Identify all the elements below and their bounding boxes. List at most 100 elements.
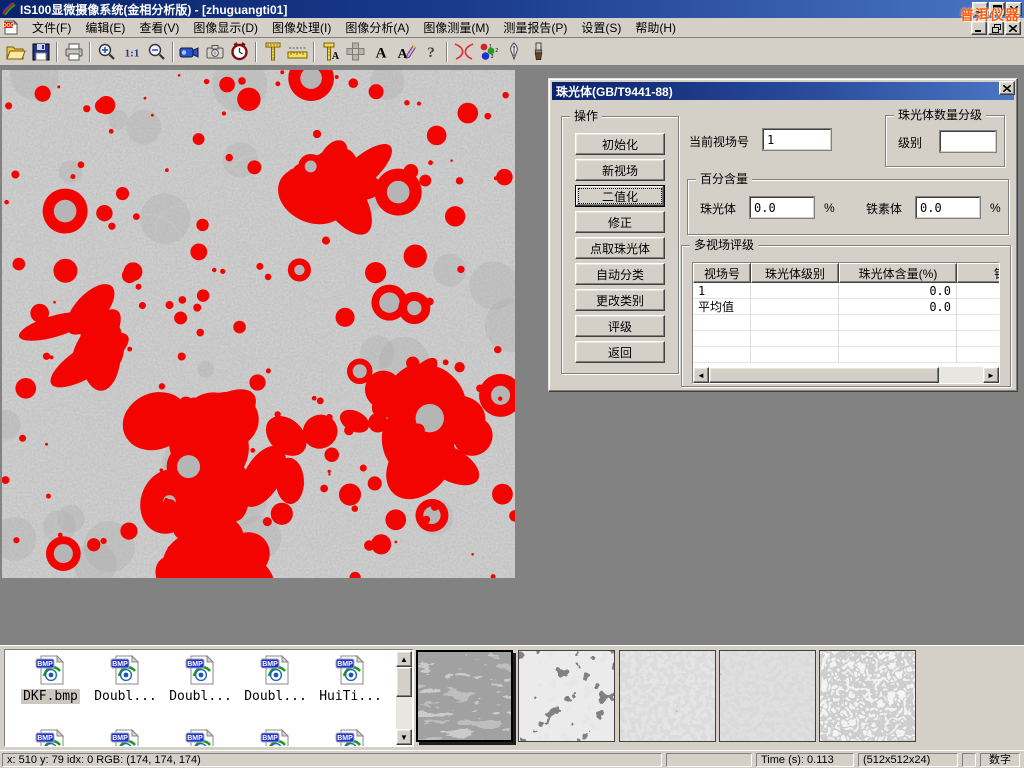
table-cell	[957, 331, 1000, 347]
file-item[interactable]: BMPHuiTi...	[313, 654, 388, 704]
table-cell	[957, 315, 1000, 331]
menu-item-file[interactable]: 文件(F)	[25, 17, 78, 38]
file-item[interactable]: BMP	[163, 728, 238, 747]
file-item[interactable]: BMP DKF.bmp	[13, 654, 88, 704]
bmp-file-icon: BMP	[184, 728, 218, 747]
file-item[interactable]: BMP	[88, 728, 163, 747]
measure-scale-icon[interactable]: A	[318, 40, 343, 64]
svg-text:A: A	[375, 46, 386, 61]
table-cell	[839, 315, 957, 331]
menu-item-help[interactable]: 帮助(H)	[628, 17, 683, 38]
zoom-out-icon[interactable]	[144, 40, 169, 64]
camera-capture-icon[interactable]	[202, 40, 227, 64]
file-item[interactable]: BMP	[238, 728, 313, 747]
pearlite-percent-input[interactable]	[750, 197, 814, 218]
file-item[interactable]: BMPDoubl...	[163, 654, 238, 704]
menu-item-edit[interactable]: 编辑(E)	[78, 17, 132, 38]
percent-group: 百分含量 珠光体 % 铁素体 %	[687, 179, 1009, 235]
zoom-in-icon[interactable]	[94, 40, 119, 64]
ruler-icon[interactable]	[285, 40, 310, 64]
file-name: Doubl...	[167, 689, 234, 704]
scroll-down-icon[interactable]: ▼	[396, 729, 412, 745]
table-row[interactable]: 10.0	[693, 283, 999, 299]
file-item[interactable]: BMP	[13, 728, 88, 747]
table-row[interactable]	[693, 347, 999, 363]
table-row[interactable]: 平均值0.0	[693, 299, 999, 315]
image-thumbnail[interactable]	[518, 650, 615, 742]
bmp-file-icon: BMP	[109, 654, 143, 686]
scrollbar-thumb[interactable]	[396, 667, 412, 697]
table-cell	[751, 315, 839, 331]
image-thumbnail[interactable]	[719, 650, 816, 742]
pen-tool-icon[interactable]	[501, 40, 526, 64]
operation-group-label: 操作	[570, 109, 602, 123]
auto-classify-button[interactable]: 自动分类	[575, 263, 665, 285]
scroll-right-icon[interactable]: ►	[983, 367, 999, 383]
time-status: Time (s): 0.113	[756, 753, 854, 767]
new-field-button[interactable]: 新视场	[575, 159, 665, 181]
video-capture-icon[interactable]	[177, 40, 202, 64]
scrollbar-thumb[interactable]	[709, 367, 939, 383]
vendor-watermark: 普洱仪器	[960, 5, 1020, 25]
actual-size-icon[interactable]: 1:1	[119, 40, 144, 64]
change-class-button[interactable]: 更改类别	[575, 289, 665, 311]
menu-item-settings[interactable]: 设置(S)	[574, 17, 628, 38]
menu-item-image-display[interactable]: 图像显示(D)	[186, 17, 265, 38]
edit-annotation-icon[interactable]: A	[393, 40, 418, 64]
image-thumbnail[interactable]	[819, 650, 916, 742]
scroll-up-icon[interactable]: ▲	[396, 651, 412, 667]
grade-label: 级别	[898, 134, 922, 151]
column-header[interactable]: 视场号	[693, 263, 751, 283]
grade-button[interactable]: 评级	[575, 315, 665, 337]
grid-cross-icon[interactable]	[343, 40, 368, 64]
dialog-close-icon[interactable]	[999, 81, 1015, 95]
metallographic-image[interactable]	[2, 70, 515, 578]
column-header[interactable]: 珠光体含量(%)	[839, 263, 957, 283]
table-horizontal-scrollbar[interactable]: ◄ ►	[693, 367, 999, 383]
correct-button[interactable]: 修正	[575, 211, 665, 233]
binarize-button[interactable]: 二值化	[575, 185, 665, 207]
svg-text:BMP: BMP	[187, 735, 203, 742]
svg-text:BMP: BMP	[37, 661, 53, 668]
save-icon[interactable]	[28, 40, 53, 64]
status-bar: x: 510 y: 79 idx: 0 RGB: (174, 174, 174)…	[0, 750, 1024, 768]
print-icon[interactable]	[61, 40, 86, 64]
ferrite-percent-unit: %	[990, 201, 1001, 215]
file-name: DKF.bmp	[21, 689, 80, 704]
vernier-caliper-icon[interactable]	[260, 40, 285, 64]
ferrite-percent-input[interactable]	[916, 197, 980, 218]
menu-item-view[interactable]: 查看(V)	[132, 17, 186, 38]
file-item[interactable]: BMPDoubl...	[88, 654, 163, 704]
image-thumbnail[interactable]	[416, 650, 513, 742]
menu-item-image-measure[interactable]: 图像测量(M)	[416, 17, 496, 38]
current-field-input[interactable]	[763, 129, 831, 150]
dialog-title-bar[interactable]: 珠光体(GB/T9441-88)	[552, 82, 1014, 100]
classify-balls-icon[interactable]: 123	[476, 40, 501, 64]
timer-icon[interactable]	[227, 40, 252, 64]
table-row[interactable]	[693, 331, 999, 347]
file-name: HuiTi...	[317, 689, 384, 704]
scroll-left-icon[interactable]: ◄	[693, 367, 709, 383]
pick-pearlite-button[interactable]: 点取珠光体	[575, 237, 665, 259]
initialize-button[interactable]: 初始化	[575, 133, 665, 155]
return-button[interactable]: 返回	[575, 341, 665, 363]
text-annotation-icon[interactable]: A	[368, 40, 393, 64]
file-browser-scrollbar[interactable]: ▲ ▼	[396, 651, 412, 745]
brush-tool-icon[interactable]	[526, 40, 551, 64]
table-cell	[751, 283, 839, 299]
menu-item-image-analysis[interactable]: 图像分析(A)	[338, 17, 416, 38]
column-header[interactable]: 铁素体	[957, 263, 1000, 283]
curve-tool-icon[interactable]	[451, 40, 476, 64]
table-row[interactable]	[693, 315, 999, 331]
file-item[interactable]: BMP	[313, 728, 388, 747]
menu-item-image-processing[interactable]: 图像处理(I)	[265, 17, 338, 38]
help-icon[interactable]: ?	[418, 40, 443, 64]
menu-item-measure-report[interactable]: 测量报告(P)	[496, 17, 574, 38]
toolbar-separator	[172, 42, 174, 62]
table-cell	[957, 299, 1000, 315]
column-header[interactable]: 珠光体级别	[751, 263, 839, 283]
file-item[interactable]: BMPDoubl...	[238, 654, 313, 704]
grade-input[interactable]	[940, 131, 996, 152]
open-file-icon[interactable]	[3, 40, 28, 64]
image-thumbnail[interactable]	[619, 650, 716, 742]
